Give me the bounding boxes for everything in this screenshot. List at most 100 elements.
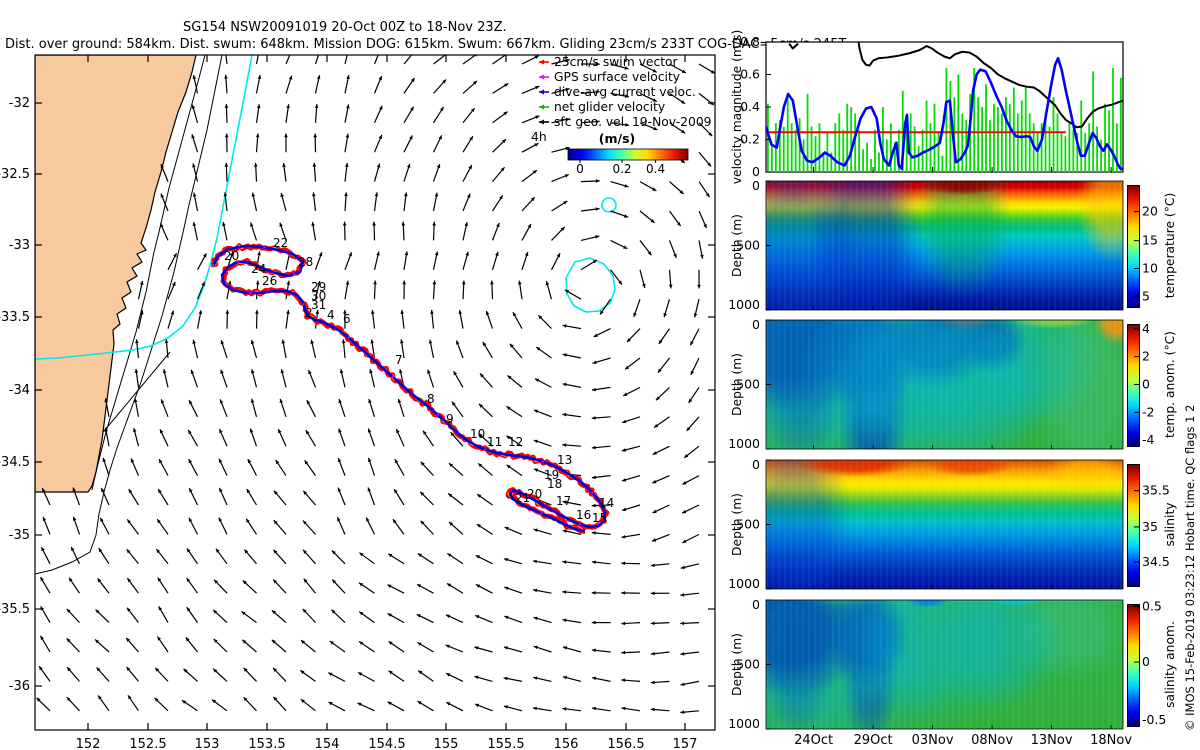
map-y-tick-label: -34 [9,383,30,398]
map-x-tick-label: 153.5 [248,737,285,750]
colorbar-tick-label: -4 [1142,432,1155,447]
colorbar-tick-label: 0.5 [1142,598,1162,613]
net-glider-velocity-bar [913,126,916,172]
track-date-label: 22 [273,236,288,250]
legend-colorbar [567,148,689,161]
track-date-label: 28 [298,255,313,269]
track-date-label: 18 [547,477,562,491]
net-glider-velocity-bar [1064,136,1067,172]
net-glider-velocity-bar [933,103,936,172]
depth-axis-label: Depth (m) [730,214,744,277]
net-glider-velocity-bar [782,126,785,172]
net-glider-velocity-bar [790,123,793,172]
colorbar-tick-label: 15 [1142,233,1158,248]
legend-entry-label: net glider velocity [554,100,665,114]
net-glider-velocity-bar [957,74,960,172]
net-glider-velocity-bar [870,159,872,172]
track-date-label: 26 [262,274,277,288]
net-glider-velocity-bar [1036,133,1039,172]
net-glider-velocity-bar [1056,113,1059,172]
net-glider-velocity-bar [810,126,813,172]
track-date-label: 12 [508,435,523,449]
legend-colorbar-title: (m/s) [599,131,635,146]
depth-tick-label: 1000 [728,436,760,451]
figure-root: SG154 NSW20091019 20-Oct 00Z to 18-Nov 2… [0,0,1200,750]
track-date-label: 10 [470,427,485,441]
depth-axis-label: Depth (m) [730,493,744,556]
depth-tick-label: 1000 [728,297,760,312]
colorbar-tick-label: 10 [1142,260,1158,275]
net-glider-velocity-bar [1028,113,1031,172]
legend-duration-note: 4h [531,130,547,144]
net-glider-velocity-bar [941,155,944,172]
net-glider-velocity-bar [981,107,983,172]
net-glider-velocity-bar [1072,129,1075,172]
net-glider-velocity-bar [993,103,995,172]
net-glider-velocity-bar [878,152,880,172]
track-date-label: 16 [576,508,591,522]
net-glider-velocity-bar [866,142,868,172]
net-glider-velocity-bar [834,123,837,172]
net-glider-velocity-bar [1008,103,1011,172]
map-x-tick-label: 152 [76,737,101,750]
net-glider-velocity-bar [989,120,991,172]
net-glider-velocity-bar [794,129,797,172]
net-glider-velocity-bar [850,107,853,172]
colorbar-axis-label: salinity [1163,502,1177,546]
net-glider-velocity-bar [1048,126,1051,172]
net-glider-velocity-bar [874,129,876,172]
colorbar-tick-label: 35 [1142,519,1158,534]
track-date-label: 13 [557,453,572,467]
velocity-y-tick: 0 [752,164,760,179]
map-x-tick-label: 155.5 [487,737,524,750]
map-y-tick-label: -33.5 [0,310,30,325]
date-tick-label: 08Nov [971,733,1013,748]
net-glider-velocity-bar [945,68,948,172]
net-glider-velocity-bar [786,95,789,172]
legend-colorbar-tick: 0 [576,162,584,176]
legend-entry-label: 25cm/s swim vector [554,55,679,69]
track-date-label: 2 [305,306,313,320]
track-date-label: 20 [224,249,239,263]
net-glider-velocity-bar [885,139,888,172]
track-date-label: 21 [515,491,530,505]
depth-axis-label: Depth (m) [730,353,744,416]
net-glider-velocity-bar [814,136,817,172]
net-glider-velocity-bar [1001,113,1003,172]
depth-tick-label: 0 [752,457,760,472]
colorbar-tick-label: 0 [1142,377,1150,392]
net-glider-velocity-bar [1080,100,1083,172]
date-tick-label: 29Oct [854,733,893,748]
colorbar-tick-label: 5 [1142,288,1150,303]
net-glider-velocity-bar [1120,77,1122,172]
map-x-tick-label: 153 [195,737,220,750]
net-glider-velocity-bar [882,107,884,172]
track-date-label: 17 [556,494,571,508]
net-glider-velocity-bar [937,131,940,172]
colorbar-tick-label: 35.5 [1142,483,1170,498]
depth-tick-label: 0 [752,597,760,612]
net-glider-velocity-bar [1004,97,1007,172]
net-glider-velocity-bar [770,142,773,172]
net-glider-velocity-bar [1016,113,1019,172]
track-date-label: 4 [327,308,335,322]
net-glider-velocity-bar [818,123,821,172]
colorbar-tick-label: 0 [1142,654,1150,669]
track-date-label: 11 [487,435,502,449]
net-glider-velocity-bar [921,129,924,172]
net-glider-velocity-bar [909,113,912,172]
depth-axis-label: Depth (m) [730,633,744,696]
net-glider-velocity-bar [1108,110,1110,172]
figure-svg: 20222426282930312 4 67891011 12131415161719… [0,30,1177,750]
map-y-tick-label: -35 [9,528,30,543]
legend-colorbar-tick: 0.4 [646,162,665,176]
net-glider-velocity-bar [917,146,920,172]
legend-entry-label: dive-avg current veloc. [554,85,696,99]
depth-tick-label: 1000 [728,716,760,731]
colorbar-tick-label: -2 [1142,404,1154,419]
net-glider-velocity-bar [961,113,964,172]
track-date-label: 9 [446,412,454,426]
date-tick-label: 13Nov [1031,733,1073,748]
date-tick-label: 24Oct [794,733,833,748]
legend-entry-label: sfc geo. vel. 19-Nov-2009 [554,115,711,129]
